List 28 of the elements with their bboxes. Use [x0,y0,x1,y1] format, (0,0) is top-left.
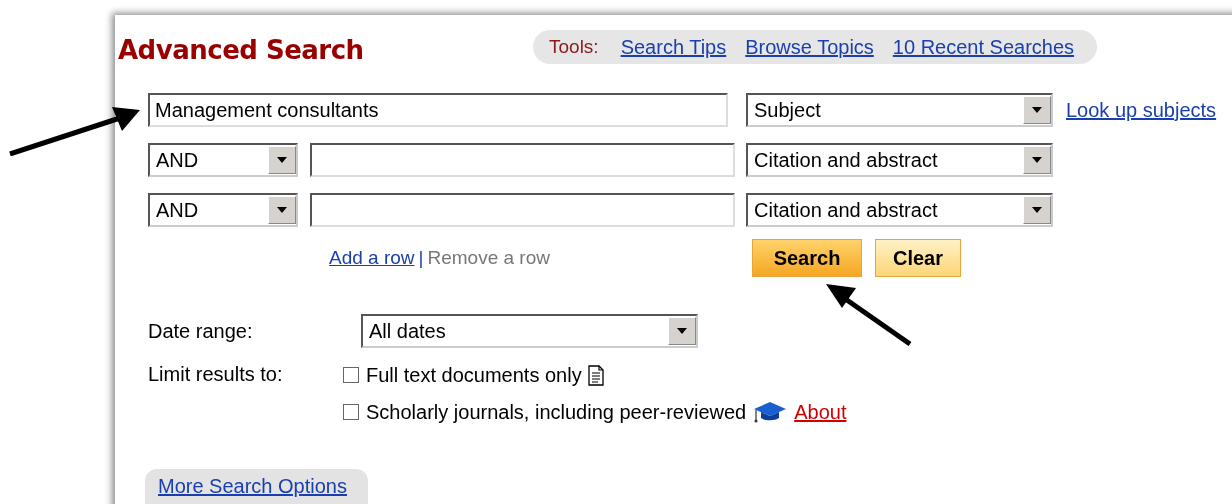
more-search-options-tab[interactable]: More Search Options [145,469,368,504]
limit-results-label: Limit results to: [148,363,284,387]
page-title: Advanced Search [118,35,365,65]
operator-dropdown[interactable]: AND [148,193,298,227]
look-up-subjects-link[interactable]: Look up subjects [1066,98,1217,122]
option-label: Scholarly journals, including peer-reviewed [366,400,747,424]
search-button[interactable]: Search [752,239,862,277]
option-label: Full text documents only [366,363,582,387]
tools-link[interactable]: Browse Topics [745,35,874,59]
tools-link[interactable]: 10 Recent Searches [892,35,1075,59]
search-field-dropdown[interactable]: Citation and abstract [746,193,1053,227]
search-term-field[interactable]: Management consultants [148,93,728,127]
tools-link[interactable]: Search Tips [620,35,727,59]
search-field-dropdown[interactable]: Subject [746,93,1053,127]
clear-button[interactable]: Clear [875,239,961,277]
search-term-field[interactable] [310,193,735,227]
search-field-dropdown[interactable]: Citation and abstract [746,143,1053,177]
tools-label: Tools: [549,36,599,58]
checkbox[interactable] [343,367,359,383]
row-link[interactable]: Add a row [329,247,415,269]
link-separator: | [418,247,424,269]
about-link[interactable]: About [794,400,847,424]
search-term-field[interactable] [310,143,735,177]
operator-dropdown[interactable]: AND [148,143,298,177]
date-range-label: Date range: [148,319,254,343]
checkbox[interactable] [343,404,359,420]
date-range-dropdown[interactable]: All dates [361,314,698,348]
document-icon [587,364,604,386]
